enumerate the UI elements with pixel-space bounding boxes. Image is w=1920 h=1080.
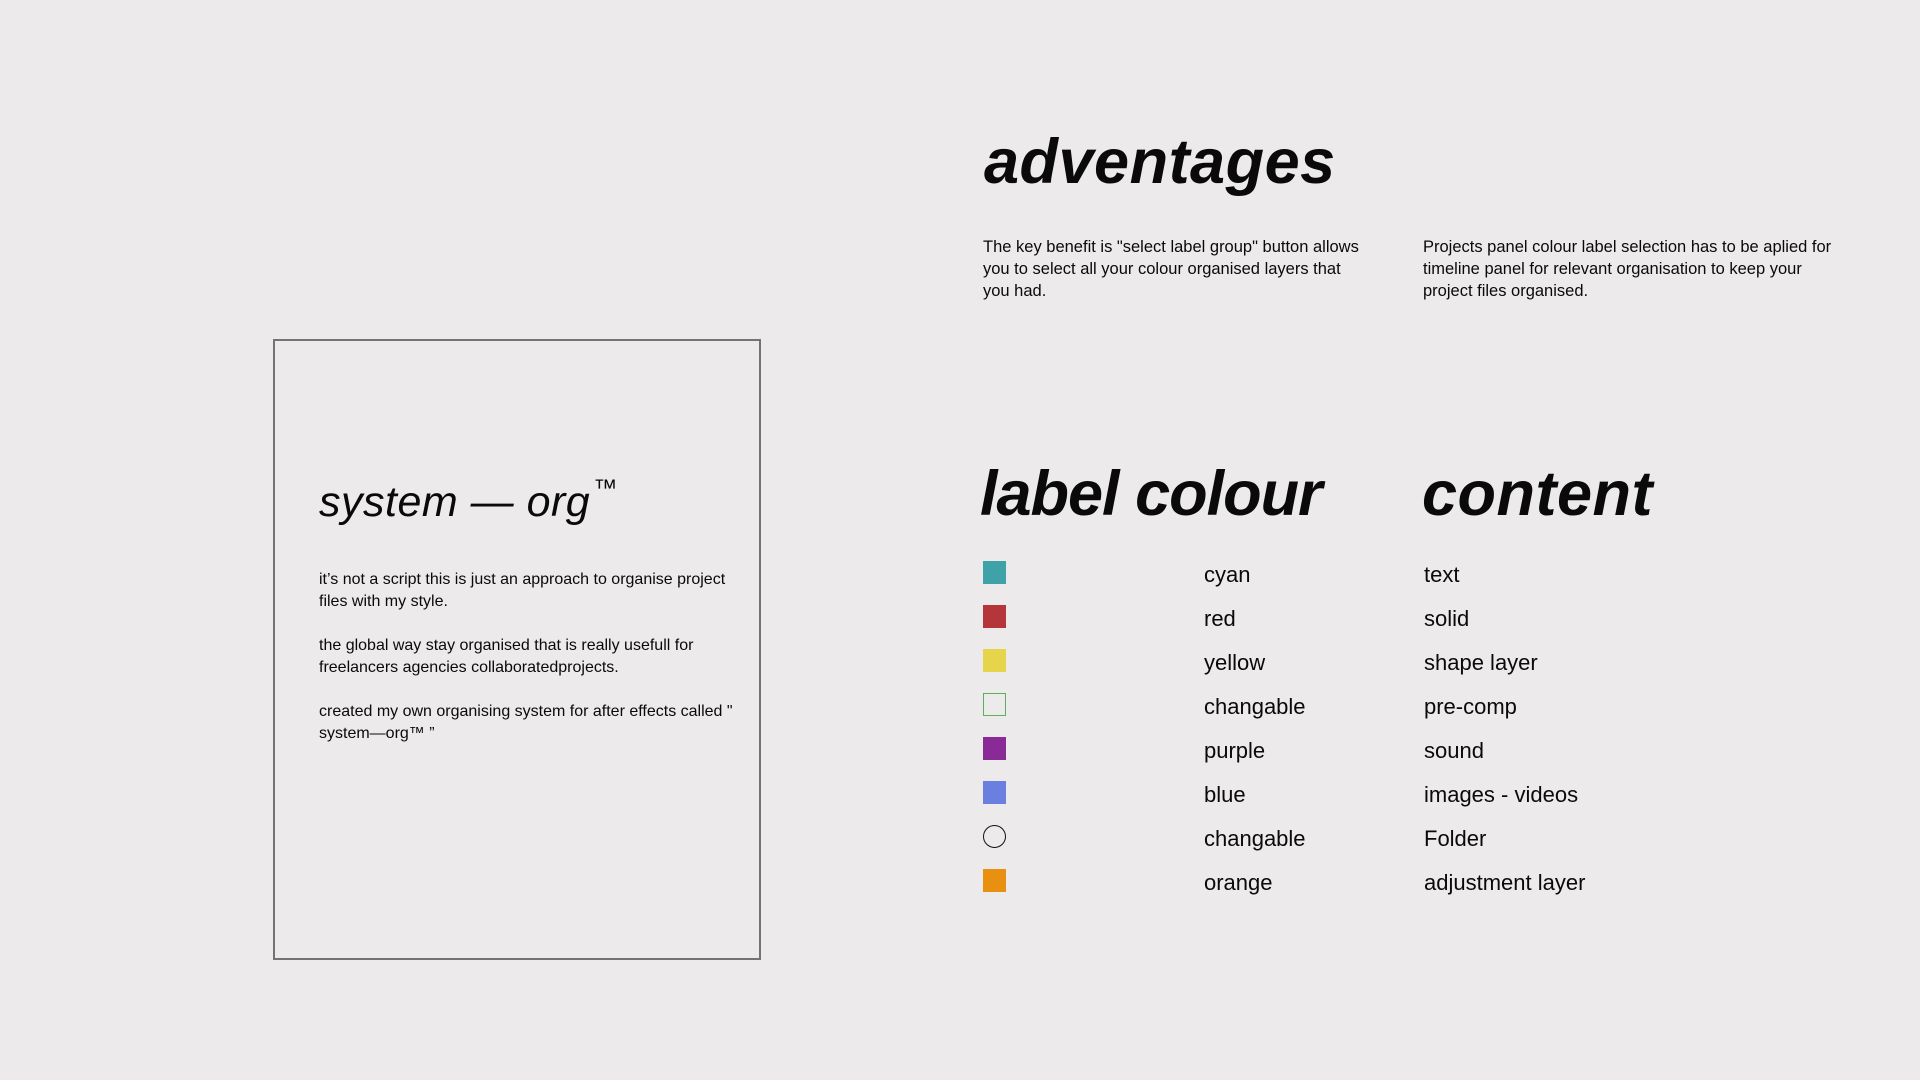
label-row: blue images - videos (983, 780, 1683, 824)
label-row: cyan text (983, 560, 1683, 604)
label-row: purple sound (983, 736, 1683, 780)
label-colour-table: cyan text red solid yellow shape layer changab… (983, 560, 1683, 912)
content-type: solid (1424, 606, 1470, 631)
color-swatch-icon (983, 737, 1006, 760)
label-colour-name: yellow (1204, 650, 1266, 675)
card-paragraph: it’s not a script this is just an approa… (319, 571, 726, 610)
color-swatch-icon (983, 649, 1006, 672)
label-colour-heading: label colour (980, 459, 1323, 529)
outline-swatch-icon (983, 693, 1006, 716)
label-row: changable pre-comp (983, 692, 1683, 736)
label-colour-name: cyan (1204, 562, 1251, 587)
trademark-symbol: ™ (593, 475, 618, 502)
system-org-card: system — org ™ it’s not a script this is … (273, 339, 761, 960)
card-paragraph: the global way stay organised that is re… (319, 637, 694, 676)
content-type: Folder (1424, 826, 1487, 851)
card-title: system — org ™ (319, 477, 618, 524)
color-swatch-icon (983, 869, 1006, 892)
label-colour-name: changable (1204, 826, 1306, 851)
label-row: orange adjustment layer (983, 868, 1683, 912)
content-type: sound (1424, 738, 1484, 763)
card-body: it’s not a script this is just an approa… (319, 569, 739, 767)
content-type: shape layer (1424, 650, 1538, 675)
content-type: pre-comp (1424, 694, 1517, 719)
color-swatch-icon (983, 605, 1006, 628)
label-colour-name: orange (1204, 870, 1273, 895)
content-type: images - videos (1424, 782, 1579, 807)
card-title-text: system — org (319, 478, 591, 526)
label-row: changable Folder (983, 824, 1683, 868)
label-colour-name: changable (1204, 694, 1306, 719)
label-colour-name: red (1204, 606, 1236, 631)
label-row: yellow shape layer (983, 648, 1683, 692)
content-type: text (1424, 562, 1460, 587)
advantages-heading: adventages (984, 127, 1336, 197)
label-colour-name: blue (1204, 782, 1246, 807)
color-swatch-icon (983, 781, 1006, 804)
content-heading: content (1422, 459, 1653, 529)
label-row: red solid (983, 604, 1683, 648)
content-type: adjustment layer (1424, 870, 1586, 895)
circle-swatch-icon (983, 825, 1006, 848)
color-swatch-icon (983, 561, 1006, 584)
advantages-paragraph-1: The key benefit is "select label group" … (983, 238, 1359, 300)
card-paragraph: created my own organising system for aft… (319, 703, 733, 742)
label-colour-name: purple (1204, 738, 1266, 763)
advantages-paragraph-2: Projects panel colour label selection ha… (1423, 238, 1832, 300)
